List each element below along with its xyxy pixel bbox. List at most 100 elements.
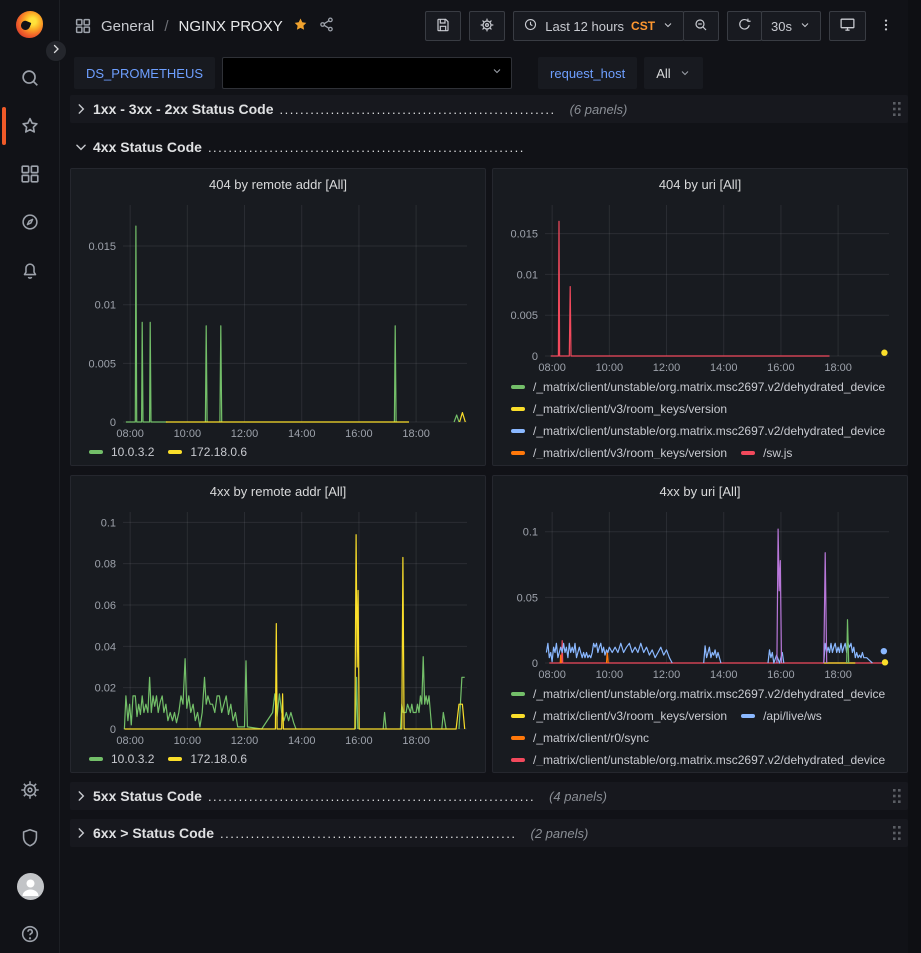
variable-label-ds-prometheus[interactable]: DS_PROMETHEUS	[74, 57, 215, 89]
legend-item[interactable]: /_matrix/client/unstable/org.matrix.msc2…	[511, 687, 885, 701]
panel-legend: /_matrix/client/unstable/org.matrix.msc2…	[501, 684, 899, 766]
legend-swatch	[168, 450, 182, 454]
shield-icon	[19, 827, 41, 849]
magnifier-minus-icon	[693, 17, 709, 36]
legend-swatch	[89, 450, 103, 454]
legend-item[interactable]: /_matrix/client/unstable/org.matrix.msc2…	[511, 753, 885, 766]
breadcrumb-dashboard-title[interactable]: NGINX PROXY	[179, 18, 283, 35]
svg-text:0.01: 0.01	[517, 269, 538, 281]
sidebar-item-configuration[interactable]	[0, 776, 60, 804]
time-series-chart[interactable]: 08:0010:0012:0014:0016:0018:0000.050.1	[501, 504, 899, 685]
legend-item[interactable]: 172.18.0.6	[168, 752, 247, 766]
refresh-interval-picker[interactable]: 30s	[761, 11, 821, 41]
refresh-icon	[737, 17, 752, 35]
sidebar-item-profile[interactable]	[0, 872, 60, 900]
legend-item[interactable]: /_matrix/client/v3/room_keys/version	[511, 446, 727, 459]
chevron-right-icon	[50, 42, 62, 60]
variable-value-text: All	[656, 66, 670, 81]
legend-swatch	[511, 714, 525, 718]
legend-item[interactable]: 10.0.3.2	[89, 445, 154, 459]
svg-text:10:00: 10:00	[596, 362, 624, 374]
row-header-5xx[interactable]: 5xx Status Code ........................…	[70, 782, 908, 810]
refresh-group: 30s	[727, 11, 821, 41]
variable-label-request-host[interactable]: request_host	[538, 57, 637, 89]
row-drag-handle[interactable]	[892, 788, 902, 804]
gear-icon	[479, 17, 495, 36]
sidebar-item-alerting[interactable]	[0, 256, 60, 284]
time-series-chart[interactable]: 08:0010:0012:0014:0016:0018:0000.020.040…	[79, 504, 477, 750]
panel-title[interactable]: 404 by uri [All]	[501, 173, 899, 197]
kebab-icon	[878, 17, 894, 36]
save-dashboard-button[interactable]	[425, 11, 461, 41]
legend-item[interactable]: 10.0.3.2	[89, 752, 154, 766]
save-floppy-icon	[435, 17, 451, 36]
legend-label: 10.0.3.2	[111, 445, 154, 459]
favorite-button[interactable]	[292, 16, 309, 37]
svg-text:16:00: 16:00	[345, 735, 373, 747]
legend-item[interactable]: /_matrix/client/v3/room_keys/version	[511, 402, 727, 416]
zoom-out-button[interactable]	[683, 11, 719, 41]
row-header-4xx[interactable]: 4xx Status Code ........................…	[70, 133, 908, 161]
svg-text:16:00: 16:00	[345, 428, 373, 440]
row-title-dots: ........................................…	[280, 102, 556, 117]
tv-mode-button[interactable]	[829, 11, 866, 41]
sidebar-item-starred[interactable]	[0, 112, 60, 140]
row-drag-handle[interactable]	[892, 101, 902, 117]
row-header-6xx[interactable]: 6xx > Status Code ......................…	[70, 819, 908, 847]
svg-text:0.1: 0.1	[101, 517, 116, 529]
panel-title[interactable]: 404 by remote addr [All]	[79, 173, 477, 197]
svg-text:08:00: 08:00	[538, 669, 566, 681]
svg-text:14:00: 14:00	[710, 362, 738, 374]
more-options-button[interactable]	[874, 11, 898, 41]
time-range-picker[interactable]: Last 12 hours CST	[513, 11, 684, 41]
legend-item[interactable]: /sw.js	[741, 446, 792, 459]
legend-item[interactable]: /_matrix/client/unstable/org.matrix.msc2…	[511, 380, 885, 394]
sidebar-item-help[interactable]	[0, 920, 60, 948]
row-drag-handle[interactable]	[892, 825, 902, 841]
sidebar-item-dashboards[interactable]	[0, 160, 60, 188]
svg-text:12:00: 12:00	[653, 362, 681, 374]
star-icon	[19, 115, 41, 137]
svg-text:18:00: 18:00	[402, 428, 430, 440]
time-series-chart[interactable]: 08:0010:0012:0014:0016:0018:0000.0050.01…	[79, 197, 477, 443]
legend-item[interactable]: 172.18.0.6	[168, 445, 247, 459]
variable-value-ds-prometheus[interactable]	[222, 57, 512, 89]
variable-value-request-host[interactable]: All	[644, 57, 702, 89]
panel-legend: 10.0.3.2 172.18.0.6	[79, 442, 477, 459]
legend-label: /_matrix/client/unstable/org.matrix.msc2…	[533, 424, 885, 438]
share-button[interactable]	[318, 16, 335, 37]
panel-title[interactable]: 4xx by remote addr [All]	[79, 480, 477, 504]
time-series-chart[interactable]: 08:0010:0012:0014:0016:0018:0000.0050.01…	[501, 197, 899, 378]
legend-item[interactable]: /api/live/ws	[741, 709, 822, 723]
panel-title[interactable]: 4xx by uri [All]	[501, 480, 899, 504]
sidebar-item-server-admin[interactable]	[0, 824, 60, 852]
svg-text:16:00: 16:00	[767, 362, 795, 374]
breadcrumb-section[interactable]: General	[101, 18, 154, 35]
legend-item[interactable]: /_matrix/client/v3/room_keys/version	[511, 709, 727, 723]
legend-item[interactable]: /_matrix/client/unstable/org.matrix.msc2…	[511, 424, 885, 438]
chevron-down-icon	[74, 140, 88, 154]
dashboard-settings-button[interactable]	[469, 11, 505, 41]
row-title: 6xx > Status Code	[93, 825, 214, 841]
svg-text:0.005: 0.005	[88, 358, 116, 370]
chevron-right-icon	[74, 102, 88, 116]
time-picker-group: Last 12 hours CST	[513, 11, 719, 41]
legend-item[interactable]: /_matrix/client/r0/sync	[511, 731, 649, 745]
chevron-right-icon	[74, 826, 88, 840]
row-header-1xx-3xx-2xx[interactable]: 1xx - 3xx - 2xx Status Code ............…	[70, 95, 908, 123]
svg-text:0.02: 0.02	[95, 682, 116, 694]
legend-swatch	[168, 757, 182, 761]
dashboard-header: General / NGINX PROXY Last	[60, 0, 908, 52]
monitor-icon	[839, 16, 856, 36]
svg-text:14:00: 14:00	[710, 669, 738, 681]
grafana-app: General / NGINX PROXY Last	[0, 0, 921, 953]
legend-label: 10.0.3.2	[111, 752, 154, 766]
grafana-logo-icon[interactable]	[16, 11, 43, 38]
chevron-down-icon	[491, 64, 503, 82]
legend-swatch	[511, 736, 525, 740]
refresh-button[interactable]	[727, 11, 762, 41]
svg-text:10:00: 10:00	[174, 735, 202, 747]
sidebar-item-search[interactable]	[0, 64, 60, 92]
sidebar-expand-button[interactable]	[45, 40, 67, 62]
sidebar-item-explore[interactable]	[0, 208, 60, 236]
